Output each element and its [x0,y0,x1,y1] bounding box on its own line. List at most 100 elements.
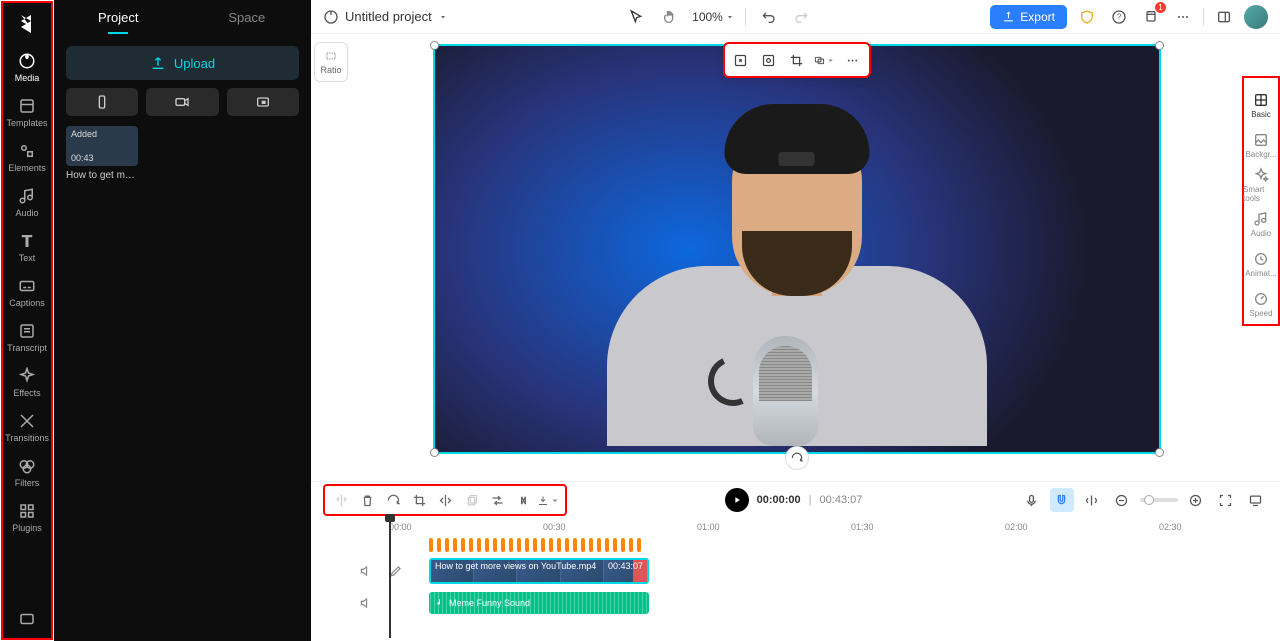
playback-controls: 00:00:00 | 00:43:07 [725,488,863,512]
rnav-background[interactable]: Backgr... [1243,126,1279,166]
music-note-icon [435,598,445,608]
project-title[interactable]: Untitled project [323,9,448,25]
resize-handle-tl[interactable] [430,41,439,50]
nav-templates[interactable]: Templates [3,90,51,135]
video-clip[interactable]: How to get more views on YouTube.mp4 00:… [429,558,649,584]
rotate-button[interactable] [785,446,809,470]
tab-space[interactable]: Space [183,0,312,34]
copy-button[interactable] [459,488,483,512]
hand-tool[interactable] [658,5,682,29]
audio-mute-button[interactable] [351,596,381,610]
timeline-tool-group [323,484,567,516]
media-title: How to get mor... [66,170,138,181]
track-align-button[interactable] [1080,488,1104,512]
timeline-toolbar: 00:00:00 | 00:43:07 [311,482,1280,518]
chevron-down-icon [438,12,448,22]
more-options-button[interactable] [842,49,864,71]
mic-record-button[interactable] [1020,488,1044,512]
enhance-button[interactable] [730,49,752,71]
side-tabs: Project Space [54,0,311,34]
rnav-audio[interactable]: Audio [1243,205,1279,245]
playhead[interactable] [389,518,391,638]
video-mute-button[interactable] [351,564,381,578]
shield-button[interactable] [1075,5,1099,29]
video-preview[interactable] [433,44,1161,454]
nav-text[interactable]: Text [3,225,51,270]
nav-transcript[interactable]: Transcript [3,315,51,360]
right-panel-column: Basic Backgr... Smart tools Audio Animat… [1242,34,1280,481]
rnav-smart-tools[interactable]: Smart tools [1243,165,1279,205]
tab-project[interactable]: Project [54,0,183,34]
split-button[interactable] [329,488,353,512]
device-camera-button[interactable] [146,88,218,116]
audio-track: Meme Funny Sound [351,588,1280,618]
crop-button[interactable] [786,49,808,71]
download-button[interactable] [537,488,561,512]
delete-button[interactable] [355,488,379,512]
mirror-button[interactable] [433,488,457,512]
topbar: Untitled project 100% Export ? 1 [311,0,1280,34]
nav-effects[interactable]: Effects [3,360,51,405]
nav-audio[interactable]: Audio [3,180,51,225]
timeline-ruler[interactable]: 00:00 00:30 01:00 01:30 02:00 02:30 [311,518,1280,536]
device-screen-button[interactable] [227,88,299,116]
freeze-button[interactable] [511,488,535,512]
video-track: How to get more views on YouTube.mp4 00:… [351,556,1280,586]
resize-handle-bl[interactable] [430,448,439,457]
canvas-area: Ratio [311,34,1280,481]
remove-bg-button[interactable] [758,49,780,71]
zoom-in-button[interactable] [1184,488,1208,512]
main-area: Untitled project 100% Export ? 1 [311,0,1280,641]
panel-toggle-button[interactable] [1212,5,1236,29]
magnet-button[interactable] [1050,488,1074,512]
resize-handle-br[interactable] [1155,448,1164,457]
resize-handle-tr[interactable] [1155,41,1164,50]
nav-filters[interactable]: Filters [3,450,51,495]
zoom-level[interactable]: 100% [692,10,735,24]
rnav-basic[interactable]: Basic [1243,86,1279,126]
media-item[interactable]: Added 00:43 How to get mor... [66,126,138,181]
notification-badge: 1 [1155,2,1166,13]
rnav-speed[interactable]: Speed [1243,284,1279,324]
zoom-slider[interactable] [1140,498,1178,502]
rnav-animation[interactable]: Animat... [1243,245,1279,285]
fit-button[interactable] [1214,488,1238,512]
notifications-button[interactable]: 1 [1139,5,1163,29]
app-logo[interactable] [15,11,39,35]
media-badge: Added [71,129,133,139]
rotate-button[interactable] [381,488,405,512]
crop-tl-button[interactable] [407,488,431,512]
upload-button[interactable]: Upload [66,46,299,80]
export-icon [1002,10,1015,23]
nav-plugins[interactable]: Plugins [3,495,51,540]
nav-transitions[interactable]: Transitions [3,405,51,450]
help-button[interactable]: ? [1107,5,1131,29]
markers-track [429,536,641,554]
user-avatar[interactable] [1244,5,1268,29]
replace-button[interactable] [814,49,836,71]
nav-feedback[interactable] [3,603,51,638]
zoom-out-button[interactable] [1110,488,1134,512]
left-navigation: Media Templates Elements Audio Text Capt… [1,1,53,640]
nav-captions[interactable]: Captions [3,270,51,315]
reverse-button[interactable] [485,488,509,512]
upload-label: Upload [174,56,215,71]
more-button[interactable] [1171,5,1195,29]
device-row [54,88,311,126]
cursor-tool[interactable] [624,5,648,29]
audio-clip[interactable]: Meme Funny Sound [429,592,649,614]
device-phone-button[interactable] [66,88,138,116]
redo-button[interactable] [790,5,814,29]
ratio-button[interactable]: Ratio [314,42,348,82]
media-duration: 00:43 [71,153,133,163]
nav-elements[interactable]: Elements [3,135,51,180]
chevron-down-icon [725,12,735,22]
timeline: 00:00:00 | 00:43:07 00:00 00:30 01:00 01… [311,481,1280,641]
preview-mode-button[interactable] [1244,488,1268,512]
export-button[interactable]: Export [990,5,1067,29]
floating-toolbar [723,42,871,78]
play-button[interactable] [725,488,749,512]
nav-media[interactable]: Media [3,45,51,90]
track-edit-button[interactable] [381,564,411,578]
undo-button[interactable] [756,5,780,29]
